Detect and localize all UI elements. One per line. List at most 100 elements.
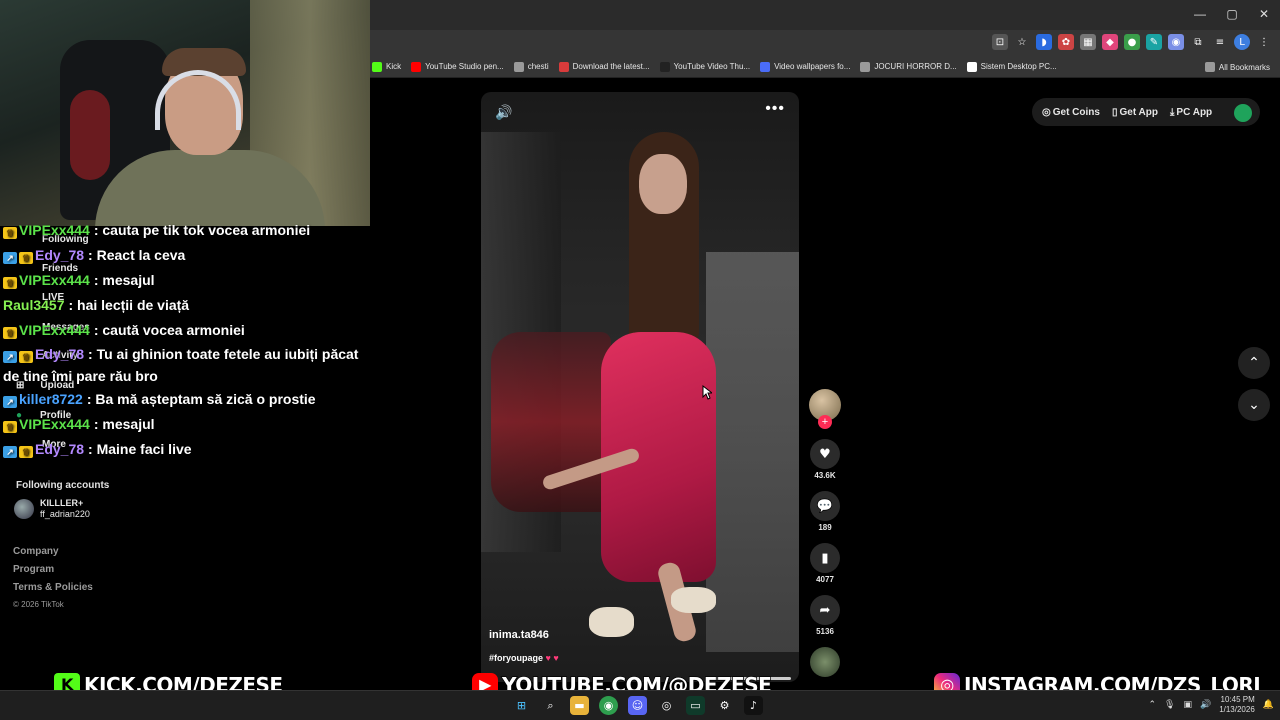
chat-username: Raul3457: [3, 297, 65, 313]
account-name: KILLLER+: [40, 498, 84, 508]
window-controls: — ▢ ✕: [1184, 0, 1280, 28]
sidebar-footer: Company Program Terms & Policies © 2026 …: [13, 546, 93, 618]
get-app-button[interactable]: ▯ Get App: [1112, 107, 1158, 118]
sound-icon[interactable]: 🔊: [495, 104, 512, 121]
chat-text: : mesajul: [93, 272, 155, 288]
close-button[interactable]: ✕: [1248, 0, 1280, 28]
taskbar-clock[interactable]: 10:45 PM 1/13/2026: [1219, 695, 1255, 715]
chat-message: ↗ ♛ Edy_78: React la ceva: [3, 243, 368, 268]
file-explorer-icon[interactable]: ▬: [570, 696, 589, 715]
crown-badge-icon: ♛: [3, 327, 17, 339]
windows-start-icon[interactable]: ⊞: [512, 696, 531, 715]
crown-badge-icon: ♛: [3, 277, 17, 289]
tray-chevron-icon[interactable]: ⌃: [1148, 700, 1156, 710]
chrome-icon[interactable]: ◉: [599, 696, 618, 715]
footer-link-terms[interactable]: Terms & Policies: [13, 582, 93, 600]
coin-icon: ◎: [1042, 106, 1051, 118]
chevron-up-icon[interactable]: ⌃: [1238, 347, 1270, 379]
bookmark-label: YouTube Video Thu...: [673, 62, 751, 71]
extension-icon[interactable]: ◗: [1036, 34, 1052, 50]
extension-icon[interactable]: ✿: [1058, 34, 1074, 50]
microphone-icon[interactable]: 🎙: [1164, 700, 1175, 710]
share-icon[interactable]: ➦: [810, 595, 840, 625]
bookmark-item[interactable]: Video wallpapers fo...: [760, 61, 851, 72]
video-author[interactable]: inima.ta846: [489, 629, 549, 641]
like-heart-icon[interactable]: ♥: [810, 439, 840, 469]
obs-icon[interactable]: ◎: [657, 696, 676, 715]
extension-icon[interactable]: ◉: [1168, 34, 1184, 50]
extensions-puzzle-icon[interactable]: ⧉: [1190, 34, 1206, 50]
all-bookmarks-button[interactable]: All Bookmarks: [1204, 62, 1270, 72]
tiktok-icon[interactable]: ♪: [744, 696, 763, 715]
extension-icon[interactable]: ◆: [1102, 34, 1118, 50]
share-count: 5136: [816, 627, 834, 636]
chat-username: VIPExx444: [19, 322, 90, 338]
chat-text: : Ba mă așteptam să zică o prostie: [86, 391, 316, 407]
reading-list-icon[interactable]: ≡: [1212, 34, 1228, 50]
chat-username: VIPExx444: [19, 222, 90, 238]
following-account-item[interactable]: KILLLER+ ff_adrian220: [14, 498, 90, 520]
hashtag-link[interactable]: #foryoupage: [489, 653, 543, 663]
more-options-icon[interactable]: •••: [765, 100, 785, 118]
footer-link-company[interactable]: Company: [13, 546, 93, 564]
crown-badge-icon: ♛: [19, 446, 33, 458]
terminal-icon[interactable]: ▭: [686, 696, 705, 715]
bookmark-favicon-icon: [966, 61, 977, 72]
bookmark-favicon-icon: [513, 61, 524, 72]
crown-badge-icon: ♛: [19, 351, 33, 363]
chat-username: killer8722: [19, 391, 83, 407]
comment-count: 189: [818, 523, 832, 532]
footer-link-program[interactable]: Program: [13, 564, 93, 582]
mouse-cursor-icon: [702, 385, 712, 400]
bookmark-star-icon[interactable]: ☆: [1014, 34, 1030, 50]
pc-app-button[interactable]: ⤓ PC App: [1170, 107, 1212, 118]
menu-dots-icon[interactable]: ⋮: [1256, 34, 1272, 50]
get-coins-button[interactable]: ◎ Get Coins: [1042, 107, 1100, 118]
system-tray: ⌃ 🎙 ▣ 🔊 10:45 PM 1/13/2026 🔔: [1148, 695, 1274, 715]
chat-text: : hai lecții de viață: [68, 297, 190, 313]
discord-icon[interactable]: ☺: [628, 696, 647, 715]
bookmark-icon[interactable]: ▮: [810, 543, 840, 573]
video-player[interactable]: 🔊 ••• inima.ta846 #foryoupage ♥ ♥: [481, 92, 799, 682]
arrow-badge-icon: ↗: [3, 252, 17, 264]
tiktok-top-actions: ◎ Get Coins ▯ Get App ⤓ PC App: [1032, 98, 1260, 126]
clock-date: 1/13/2026: [1219, 705, 1255, 714]
chevron-down-icon[interactable]: ⌄: [1238, 389, 1270, 421]
extension-icon[interactable]: ▦: [1080, 34, 1096, 50]
bookmark-label: Kick: [386, 62, 402, 71]
bookmark-item[interactable]: YouTube Studio pen...: [411, 61, 504, 72]
extension-icon[interactable]: ✎: [1146, 34, 1162, 50]
bookmark-item[interactable]: Sistem Desktop PC...: [966, 61, 1057, 72]
network-icon[interactable]: ▣: [1183, 700, 1192, 710]
search-icon[interactable]: ⌕: [541, 696, 560, 715]
notification-bell-icon[interactable]: 🔔: [1263, 700, 1274, 710]
install-app-icon[interactable]: ⊡: [992, 34, 1008, 50]
creator-avatar[interactable]: +: [809, 389, 841, 429]
chat-text: : Maine faci live: [88, 441, 192, 457]
chat-text: : cauta pe tik tok vocea armoniei: [93, 222, 311, 238]
minimize-button[interactable]: —: [1184, 0, 1216, 28]
chat-username: Edy_78: [35, 441, 85, 457]
tiktok-profile-avatar[interactable]: [1234, 104, 1252, 122]
settings-gear-icon[interactable]: ⚙: [715, 696, 734, 715]
music-disc-icon[interactable]: [810, 647, 840, 677]
chat-message: ↗ ♛ Edy_78: Tu ai ghinion toate fetele au …: [3, 343, 368, 387]
maximize-button[interactable]: ▢: [1216, 0, 1248, 28]
volume-icon[interactable]: 🔊: [1200, 700, 1211, 710]
bookmark-label: Video wallpapers fo...: [774, 62, 851, 71]
comment-icon[interactable]: 💬: [810, 491, 840, 521]
follow-plus-icon[interactable]: +: [818, 415, 832, 429]
video-scene-shoe: [671, 587, 716, 613]
crown-badge-icon: ♛: [19, 252, 33, 264]
bookmark-item[interactable]: Kick: [372, 61, 402, 72]
bookmark-favicon-icon: [558, 61, 569, 72]
profile-avatar[interactable]: L: [1234, 34, 1250, 50]
bookmark-item[interactable]: YouTube Video Thu...: [659, 61, 751, 72]
chat-username: VIPExx444: [19, 416, 90, 432]
chat-message: ♛ VIPExx444: caută vocea armoniei: [3, 318, 368, 343]
account-handle: ff_adrian220: [40, 509, 90, 519]
extension-icon[interactable]: ●: [1124, 34, 1140, 50]
bookmark-item[interactable]: Download the latest...: [558, 61, 650, 72]
bookmark-item[interactable]: JOCURI HORROR D...: [860, 61, 957, 72]
bookmark-item[interactable]: chesti: [513, 61, 549, 72]
